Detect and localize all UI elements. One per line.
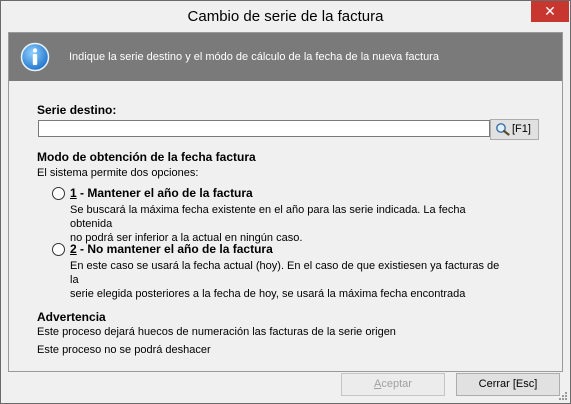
- option-1-label[interactable]: 1 - Mantener el año de la factura: [70, 186, 253, 200]
- advertencia-line-2: Este proceso no se podrá deshacer: [37, 344, 211, 356]
- advertencia-line-1: Este proceso dejará huecos de numeración…: [37, 326, 396, 338]
- accept-button[interactable]: Aceptar: [341, 373, 445, 396]
- search-serie-button[interactable]: [F1]: [490, 119, 539, 140]
- info-icon: [20, 42, 50, 72]
- dialog-window: Cambio de serie de la factura ✕ Indique …: [0, 0, 571, 404]
- search-shortcut-label: [F1]: [512, 123, 531, 135]
- close-window-button[interactable]: ✕: [531, 1, 569, 22]
- advertencia-title: Advertencia: [37, 310, 106, 324]
- banner-message: Indique la serie destino y el módo de cá…: [69, 51, 439, 63]
- close-button[interactable]: Cerrar [Esc]: [456, 373, 560, 396]
- option-2-label[interactable]: 2 - No mantener el año de la factura: [70, 242, 273, 256]
- resize-grip-icon[interactable]: [558, 391, 568, 401]
- window-title: Cambio de serie de la factura: [187, 8, 384, 25]
- option-1-radio[interactable]: [52, 187, 65, 200]
- serie-destino-input[interactable]: [38, 120, 490, 137]
- modo-section-title: Modo de obtención de la fecha factura: [37, 150, 256, 164]
- option-2-radio[interactable]: [52, 243, 65, 256]
- magnifier-icon: [496, 123, 510, 136]
- info-banner: Indique la serie destino y el módo de cá…: [9, 33, 562, 81]
- serie-destino-label: Serie destino:: [37, 103, 117, 117]
- modo-section-subtitle: El sistema permite dos opciones:: [37, 167, 199, 179]
- option-2-description: En este caso se usará la fecha actual (h…: [70, 260, 500, 300]
- title-bar[interactable]: Cambio de serie de la factura ✕: [1, 1, 570, 32]
- content-panel: Indique la serie destino y el módo de cá…: [8, 32, 563, 372]
- option-1-description: Se buscará la máxima fecha existente en …: [70, 204, 466, 244]
